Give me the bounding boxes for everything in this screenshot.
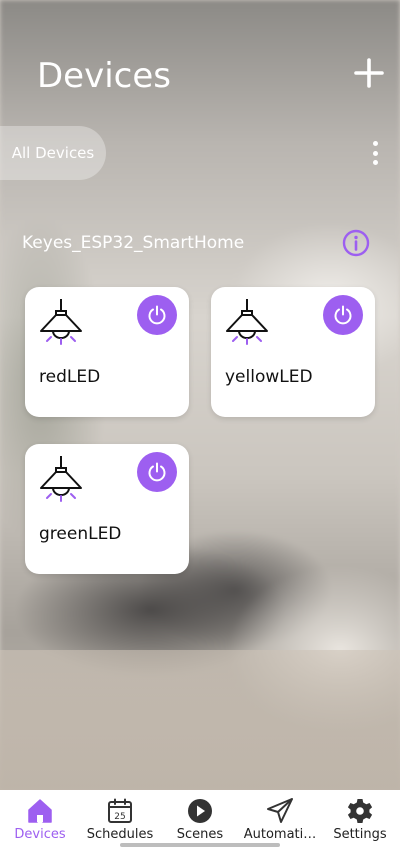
more-vertical-icon bbox=[372, 141, 378, 146]
power-icon bbox=[334, 305, 352, 325]
power-icon bbox=[148, 305, 166, 325]
bottom-navigation: Devices 25 Schedules Scenes Automati… Se… bbox=[0, 790, 400, 850]
all-devices-filter-chip[interactable]: All Devices bbox=[0, 126, 106, 180]
device-name: greenLED bbox=[39, 524, 122, 544]
home-indicator-bar[interactable] bbox=[120, 843, 280, 847]
ceiling-lamp-icon bbox=[40, 299, 82, 345]
nav-item-devices[interactable]: Devices bbox=[0, 790, 80, 850]
device-name: redLED bbox=[39, 367, 101, 387]
filter-chip-label: All Devices bbox=[11, 144, 95, 162]
more-vertical-icon-dot bbox=[372, 160, 378, 165]
nav-item-settings[interactable]: Settings bbox=[320, 790, 400, 850]
power-icon bbox=[148, 462, 166, 482]
plus-icon bbox=[354, 58, 384, 88]
ceiling-lamp-icon bbox=[226, 299, 268, 345]
page-title: Devices bbox=[37, 56, 171, 96]
device-card-yellowled[interactable]: yellowLED bbox=[211, 287, 375, 417]
nav-label: Automati… bbox=[243, 827, 317, 842]
power-toggle-button[interactable] bbox=[137, 295, 177, 335]
calendar-icon: 25 bbox=[108, 798, 132, 823]
nav-item-scenes[interactable]: Scenes bbox=[160, 790, 240, 850]
device-name: yellowLED bbox=[225, 367, 313, 387]
more-vertical-icon-dot bbox=[372, 150, 378, 156]
ceiling-lamp-icon bbox=[40, 456, 82, 502]
nav-item-automation[interactable]: Automati… bbox=[240, 790, 320, 850]
nav-label: Scenes bbox=[176, 827, 224, 842]
home-icon bbox=[28, 799, 52, 823]
more-options-button[interactable] bbox=[365, 138, 385, 168]
home-name: Keyes_ESP32_SmartHome bbox=[22, 233, 245, 253]
power-toggle-button[interactable] bbox=[323, 295, 363, 335]
nav-item-schedules[interactable]: 25 Schedules bbox=[80, 790, 160, 850]
play-icon bbox=[188, 799, 212, 823]
calendar-day: 25 bbox=[114, 812, 125, 822]
info-icon bbox=[342, 229, 370, 257]
nav-label: Schedules bbox=[86, 827, 154, 842]
device-card-redled[interactable]: redLED bbox=[25, 287, 189, 417]
background-floor bbox=[0, 650, 400, 790]
gear-icon bbox=[347, 799, 373, 823]
send-icon bbox=[267, 798, 293, 823]
power-toggle-button[interactable] bbox=[137, 452, 177, 492]
add-device-button[interactable] bbox=[352, 56, 386, 90]
nav-label: Devices bbox=[14, 827, 66, 842]
device-card-greenled[interactable]: greenLED bbox=[25, 444, 189, 574]
home-info-button[interactable] bbox=[342, 229, 370, 257]
nav-label: Settings bbox=[333, 827, 387, 842]
